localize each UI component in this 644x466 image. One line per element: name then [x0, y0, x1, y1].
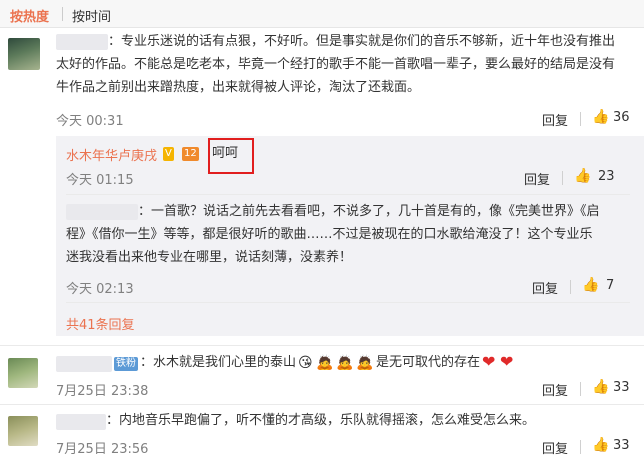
like-count: 36	[613, 110, 630, 125]
emoji-icon: 🙇	[356, 355, 374, 371]
verified-badge: V	[163, 147, 174, 161]
sort-bar: 按热度 按时间	[0, 0, 644, 28]
comment-time: 7月25日 23:38	[56, 384, 149, 399]
divider	[570, 280, 571, 294]
sub-reply-text-line-2: 程》《借你一生》等等，都是很好听的歌曲……不过是被现在的口水歌给淹没了！这个专业…	[66, 227, 593, 242]
divider	[580, 382, 581, 396]
username-redacted[interactable]	[56, 356, 112, 372]
emoji-icon: 😘	[298, 355, 313, 371]
divider	[66, 194, 630, 195]
sub-reply-username[interactable]: 水木年华卢庚戌	[66, 145, 157, 164]
sub-reply-time: 今天 01:15	[66, 173, 134, 188]
emoji-icon: 🙇	[316, 355, 334, 371]
highlight-box	[208, 138, 254, 174]
divider	[580, 440, 581, 454]
comment-text-continued: 是无可取代的存在	[376, 355, 481, 370]
reply-button[interactable]: 回复	[542, 438, 568, 457]
emoji-icon: 🙇	[336, 355, 354, 371]
comment-text: ：水木就是我们心里的泰山	[140, 355, 297, 370]
reply-button[interactable]: 回复	[532, 278, 558, 297]
username-redacted[interactable]	[56, 414, 106, 430]
thumbs-up-icon[interactable]: 👍	[592, 379, 609, 395]
reply-button[interactable]: 回复	[542, 380, 568, 399]
avatar[interactable]	[8, 358, 38, 388]
like-count: 23	[598, 169, 615, 184]
view-more-replies-link[interactable]: 共41条回复	[66, 314, 135, 333]
avatar[interactable]	[8, 38, 40, 70]
sort-by-hot[interactable]: 按热度	[10, 6, 49, 25]
heart-icon: ❤	[500, 352, 514, 371]
comment-text-line-1: ：专业乐迷说的话有点狠，不好听。但是事实就是你们的音乐不够新，近十年也没有推出	[108, 34, 616, 49]
like-count: 33	[613, 380, 630, 395]
sub-reply-text-line-3: 迷我没看出来他专业在哪里，说话刻薄，没素养！	[66, 250, 353, 265]
comment-text-line-2: 太好的作品。不能总是吃老本，毕竟一个经打的歌手不能一首歌唱一辈子，要么最好的结局…	[56, 57, 616, 72]
sub-reply-time: 今天 02:13	[66, 282, 134, 297]
divider	[66, 302, 630, 303]
sub-reply-text-line-1: ：一首歌？说话之前先去看看吧，不说多了，几十首是有的，像《完美世界》《启	[138, 204, 600, 219]
divider	[0, 404, 644, 405]
username-redacted[interactable]	[66, 204, 138, 220]
like-count: 7	[606, 278, 615, 293]
thumbs-up-icon[interactable]: 👍	[574, 168, 591, 184]
username-redacted[interactable]	[56, 34, 108, 50]
divider	[62, 7, 63, 21]
divider	[580, 112, 581, 126]
like-count: 33	[613, 438, 630, 453]
comment-text: ：内地音乐早跑偏了，听不懂的才高级，乐队就得摇滚，怎么难受怎么来。	[106, 413, 536, 428]
level-badge: 12	[182, 147, 199, 161]
comment-time: 今天 00:31	[56, 114, 124, 129]
divider	[562, 171, 563, 185]
thumbs-up-icon[interactable]: 👍	[582, 277, 599, 293]
avatar[interactable]	[8, 416, 38, 446]
divider	[0, 345, 644, 346]
reply-button[interactable]: 回复	[524, 169, 550, 188]
fan-badge: 铁粉	[114, 357, 138, 371]
reply-button[interactable]: 回复	[542, 110, 568, 129]
thumbs-up-icon[interactable]: 👍	[592, 109, 609, 125]
thumbs-up-icon[interactable]: 👍	[592, 437, 609, 453]
sort-by-time[interactable]: 按时间	[72, 6, 111, 25]
heart-icon: ❤	[482, 352, 496, 371]
comment-time: 7月25日 23:56	[56, 442, 149, 457]
comment-text-line-3: 牛作品之前别出来蹭热度，出来就得被人评论，淘汰了还栽面。	[56, 80, 421, 95]
